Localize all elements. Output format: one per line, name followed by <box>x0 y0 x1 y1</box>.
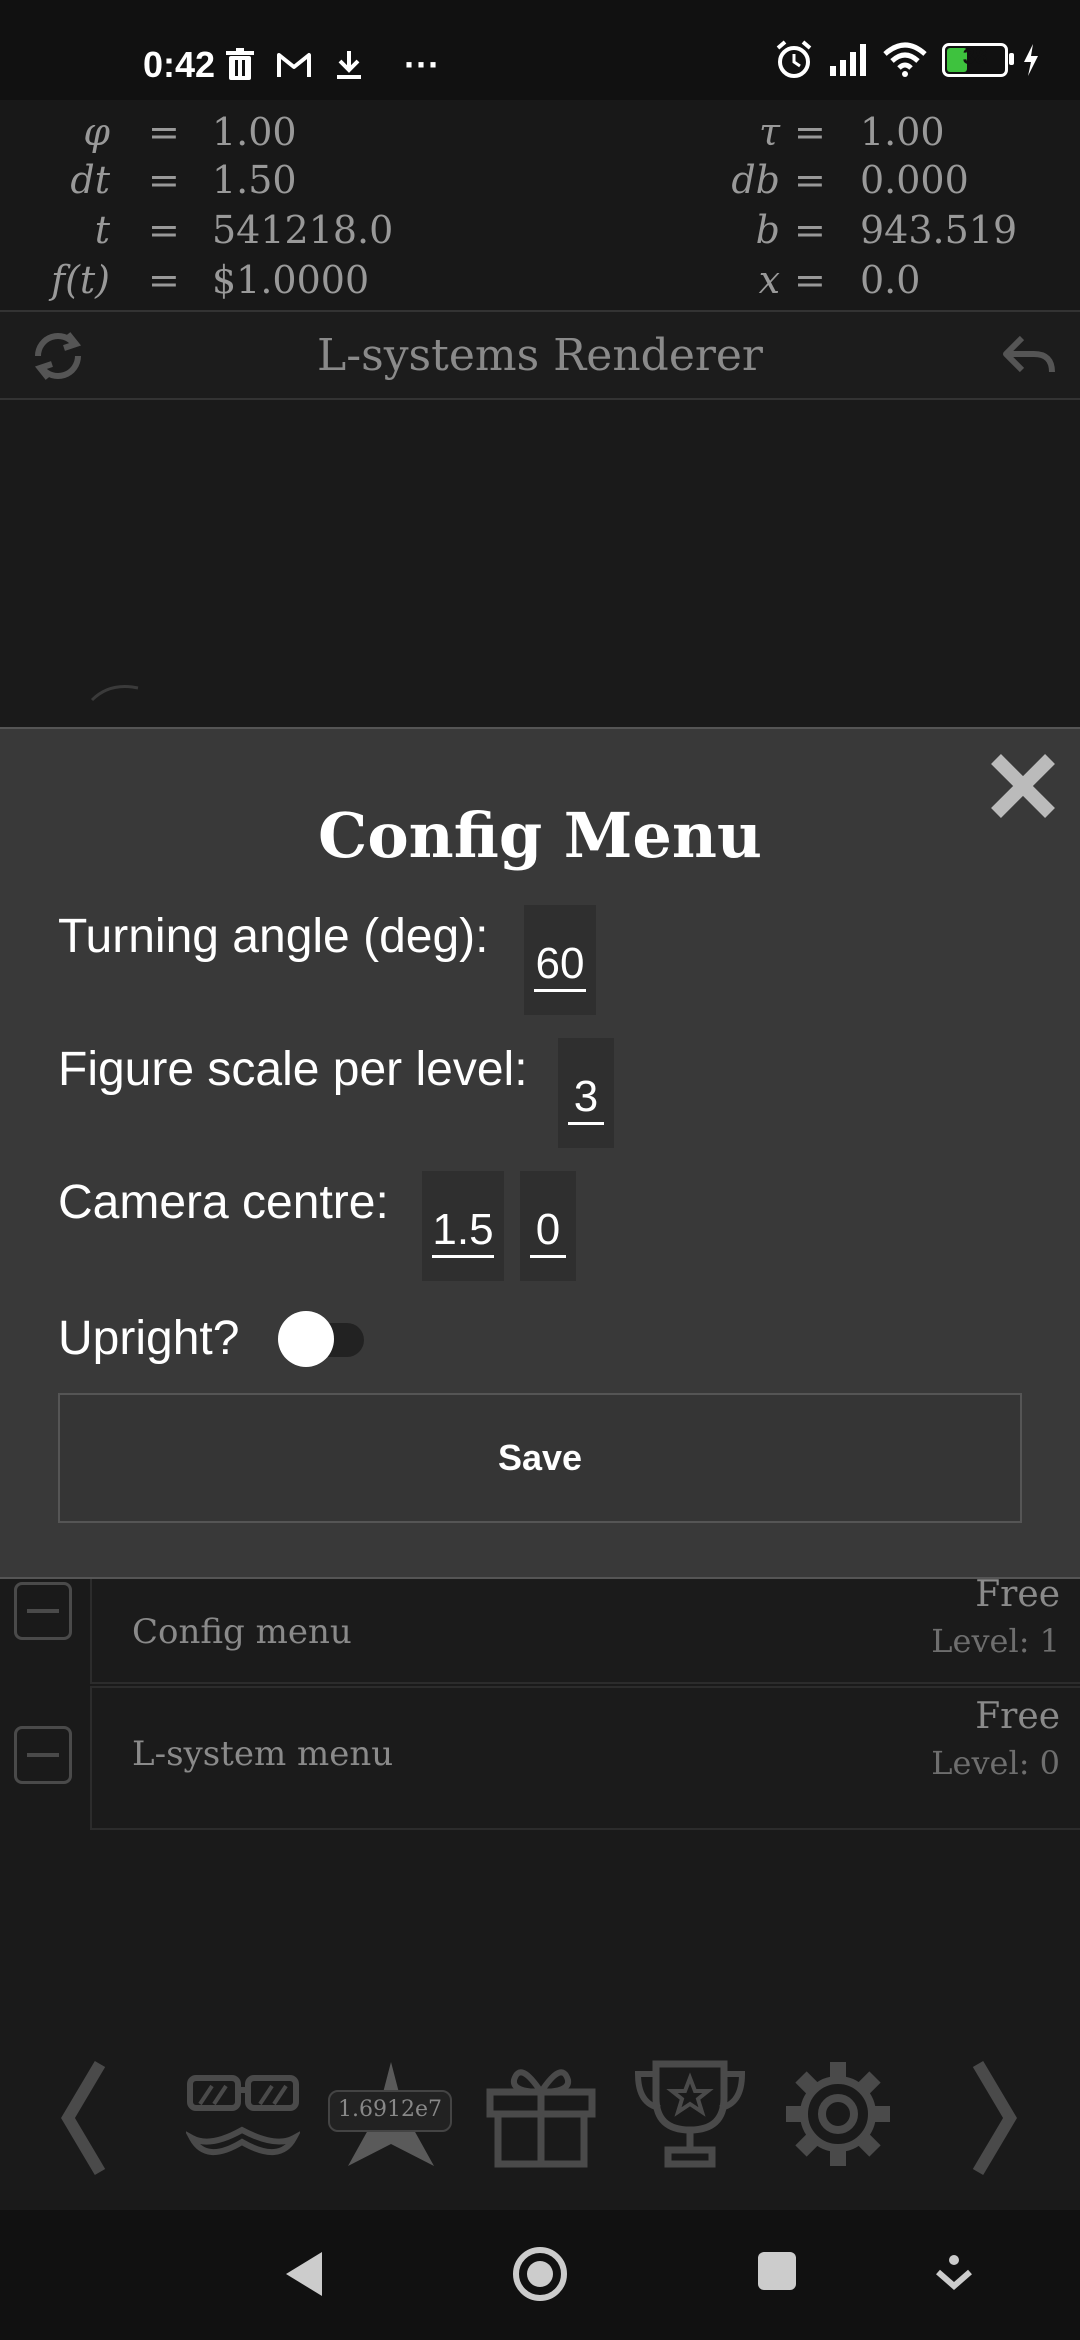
equation-tau: τ = 1.00 <box>758 110 945 154</box>
equations-panel: φ = 1.00 dt = 1.50 t = 541218.0 f(t) = $… <box>0 100 1080 312</box>
menu-row-level: Level: 1 <box>931 1622 1060 1660</box>
battery-icon: 38 <box>942 43 1014 77</box>
trophy-icon[interactable] <box>634 2058 746 2170</box>
back-icon[interactable] <box>282 2250 326 2298</box>
signal-icon <box>830 44 866 76</box>
render-canvas[interactable] <box>0 400 1080 730</box>
battery-level: 38 <box>962 44 988 69</box>
upright-toggle[interactable] <box>278 1311 368 1367</box>
glasses-mustache-icon[interactable] <box>186 2068 300 2168</box>
equation-db: db = 0.000 <box>731 158 969 202</box>
menu-row-level: Level: 0 <box>931 1744 1060 1782</box>
chevron-right-icon[interactable] <box>970 2060 1020 2176</box>
equation-ft: f(t) = $1.0000 <box>51 258 370 302</box>
scale-label: Figure scale per level: <box>58 1043 528 1096</box>
scale-input[interactable]: 3 <box>568 1072 604 1125</box>
config-menu-modal: Config Menu Turning angle (deg): 60 Figu… <box>0 727 1080 1579</box>
camera-centre-label: Camera centre: <box>58 1176 389 1229</box>
modal-title: Config Menu <box>317 799 763 872</box>
gmail-icon <box>277 53 311 77</box>
camera-x-field[interactable]: 1.5 <box>422 1171 504 1281</box>
equation-dt: dt = 1.50 <box>70 158 297 202</box>
equation-t: t = 541218.0 <box>94 208 394 252</box>
keyboard-hide-icon[interactable] <box>936 2254 972 2294</box>
system-navigation-bar <box>0 2210 1080 2340</box>
download-icon <box>337 51 361 79</box>
upright-toggle-thumb <box>278 1311 334 1367</box>
menu-row-label: L-system menu <box>132 1734 394 1774</box>
bottom-toolbar <box>0 2020 1080 2210</box>
more-icon: ··· <box>404 44 440 85</box>
turning-angle-input[interactable]: 60 <box>534 939 586 992</box>
score-badge: 1.6912e7 <box>328 2090 452 2132</box>
page-title: L-systems Renderer <box>317 330 763 381</box>
list-item-lsystem-menu[interactable]: L-system menu Free Level: 0 <box>90 1686 1080 1830</box>
menu-row-price: Free <box>975 1696 1060 1737</box>
scale-field[interactable]: 3 <box>558 1038 614 1148</box>
upright-label: Upright? <box>58 1312 240 1365</box>
menu-row-label: Config menu <box>132 1612 352 1652</box>
turning-angle-label: Turning angle (deg): <box>58 910 489 963</box>
alarm-icon <box>776 40 812 78</box>
equation-phi: φ = 1.00 <box>83 110 297 154</box>
trash-icon <box>226 48 254 80</box>
camera-x-input[interactable]: 1.5 <box>432 1205 494 1258</box>
camera-y-field[interactable]: 0 <box>520 1171 576 1281</box>
charging-icon <box>1024 44 1038 76</box>
recents-icon[interactable] <box>756 2250 798 2292</box>
render-figure <box>90 685 139 702</box>
status-time: 0:42 <box>143 44 216 85</box>
camera-y-input[interactable]: 0 <box>530 1205 566 1258</box>
app-header: L-systems Renderer <box>0 312 1080 400</box>
lsystem-menu-collapse-button[interactable] <box>14 1726 72 1784</box>
save-button[interactable]: Save <box>58 1393 1022 1523</box>
gift-icon[interactable] <box>486 2064 596 2168</box>
turning-angle-field[interactable]: 60 <box>524 905 596 1015</box>
undo-icon[interactable] <box>998 326 1058 386</box>
gear-icon[interactable] <box>782 2058 894 2170</box>
chevron-left-icon[interactable] <box>58 2060 108 2176</box>
home-icon[interactable] <box>512 2246 568 2302</box>
menu-row-price: Free <box>975 1574 1060 1615</box>
wifi-icon <box>883 42 927 77</box>
equation-b: b = 943.519 <box>755 208 1018 252</box>
config-menu-collapse-button[interactable] <box>14 1582 72 1640</box>
equation-x: x = 0.0 <box>758 258 921 302</box>
status-bar: 0:42 ··· 38 <box>0 0 1080 100</box>
